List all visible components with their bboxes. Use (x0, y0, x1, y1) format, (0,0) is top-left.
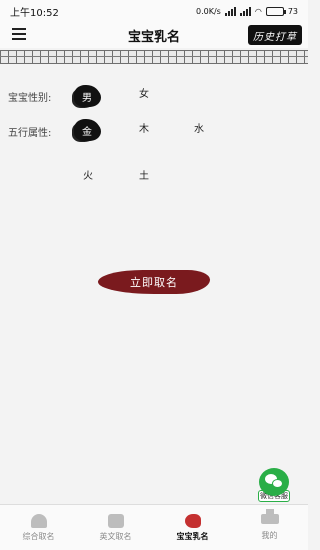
graduation-cap-icon (260, 509, 279, 524)
gender-option-male[interactable]: 男 (74, 85, 100, 107)
main-content: 宝宝性别: 男 女 五行属性: 金 木 水 火 土 立即取名 微信客服 (0, 64, 308, 504)
wechat-service-button[interactable]: 微信客服 (253, 468, 295, 504)
element-option-water[interactable]: 水 (188, 119, 210, 141)
status-icons: 0.0K/s ◠ 73 (195, 6, 298, 16)
element-option-metal[interactable]: 金 (74, 119, 100, 141)
app-header: 宝宝乳名 历史打草 (0, 22, 308, 48)
helmet-icon (30, 513, 47, 528)
element-option-fire[interactable]: 火 (77, 166, 99, 188)
page-title: 宝宝乳名 (127, 29, 180, 45)
seal-logo: 历史打草 (248, 25, 302, 45)
wechat-icon (259, 468, 289, 496)
rocking-horse-icon (184, 513, 201, 528)
status-time: 上午10:52 (10, 7, 59, 19)
menu-icon[interactable] (12, 28, 26, 40)
wifi-icon: ◠ (254, 6, 262, 16)
bottom-tabbar: 综合取名 英文取名 宝宝乳名 我的 (0, 504, 308, 550)
element-option-earth[interactable]: 土 (133, 166, 155, 188)
tab-label: 综合取名 (22, 531, 55, 541)
tab-nickname[interactable]: 宝宝乳名 (154, 505, 231, 550)
battery-level: 73 (287, 6, 298, 16)
tab-label: 英文取名 (99, 531, 132, 541)
gender-label: 宝宝性别: (8, 93, 52, 104)
status-bar: 上午10:52 0.0K/s ◠ 73 (0, 0, 308, 22)
submit-button[interactable]: 立即取名 (98, 270, 210, 294)
tab-comprehensive[interactable]: 综合取名 (0, 505, 77, 550)
tab-english[interactable]: 英文取名 (77, 505, 154, 550)
tab-label: 宝宝乳名 (176, 531, 209, 541)
tab-mine[interactable]: 我的 (231, 505, 308, 550)
element-label: 五行属性: (8, 128, 52, 139)
signal-icon (224, 6, 236, 16)
network-speed: 0.0K/s (195, 6, 221, 16)
gender-option-female[interactable]: 女 (133, 84, 155, 106)
battery-icon (265, 6, 286, 16)
book-icon (107, 513, 124, 528)
signal-icon-2 (239, 6, 251, 16)
element-option-wood[interactable]: 木 (133, 119, 155, 141)
tab-label: 我的 (261, 531, 278, 540)
fret-border (0, 50, 308, 64)
